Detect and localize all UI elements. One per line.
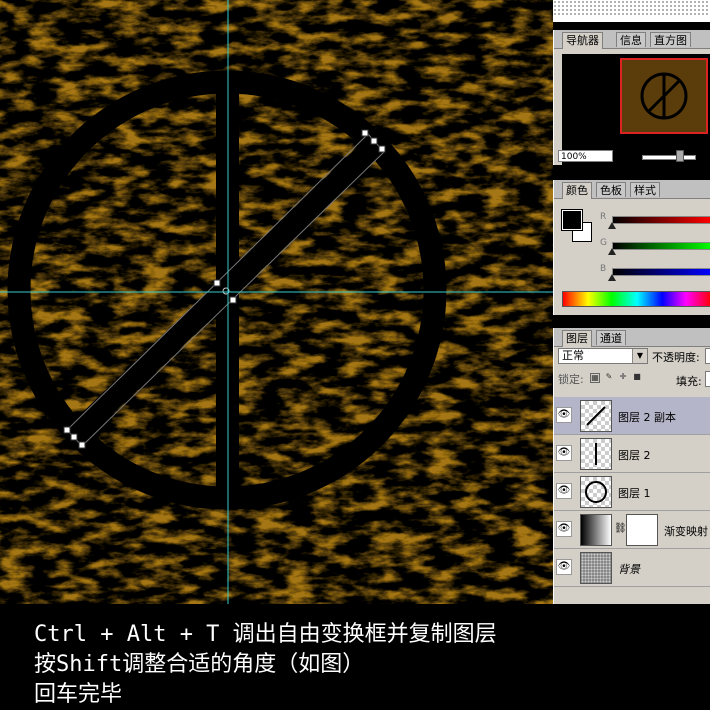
layers-panel: 图层 通道 正常 ▼ 不透明度: 锁定: ▦ ✎ ✛ ■ 填充: 👁 图层 2 … — [553, 328, 710, 610]
tab-info[interactable]: 信息 — [616, 32, 646, 47]
opacity-field[interactable] — [705, 348, 710, 364]
layer-thumbnail — [580, 552, 612, 584]
color-tabs: 颜色 色板 样式 — [554, 180, 710, 199]
lock-move-icon[interactable]: ✛ — [618, 373, 628, 383]
green-slider-handle[interactable] — [608, 248, 616, 255]
eye-icon[interactable]: 👁 — [556, 559, 572, 575]
eye-icon[interactable]: 👁 — [556, 445, 572, 461]
green-label: G — [600, 238, 607, 248]
fill-field[interactable] — [705, 371, 710, 387]
opacity-label: 不透明度: — [652, 351, 700, 364]
canvas-artwork — [0, 0, 553, 604]
eye-icon[interactable]: 👁 — [556, 483, 572, 499]
mask-thumbnail[interactable] — [626, 514, 658, 546]
layer-name: 图层 2 副本 — [618, 411, 676, 424]
lock-paint-icon[interactable]: ✎ — [604, 373, 614, 383]
zoom-slider-knob[interactable] — [676, 150, 684, 162]
layer-thumbnail — [580, 476, 612, 508]
layers-tabs: 图层 通道 — [554, 328, 710, 347]
fill-label: 填充: — [676, 375, 702, 388]
tab-color[interactable]: 颜色 — [562, 182, 592, 199]
zoom-field[interactable]: 100% — [558, 150, 613, 162]
blend-mode-value: 正常 — [562, 349, 584, 362]
blue-slider-handle[interactable] — [608, 274, 616, 281]
blue-slider[interactable]: B — [600, 264, 710, 290]
green-slider[interactable]: G — [600, 238, 710, 264]
layer-row[interactable]: 👁 图层 2 — [554, 435, 710, 473]
zoom-out-icon[interactable]: ▲ — [626, 150, 633, 160]
layer-thumbnail — [580, 438, 612, 470]
navigator-panel: 导航器 信息 直方图 100% ▲ — [553, 30, 710, 172]
caption-line-1: Ctrl + Alt + T 调出自由变换框并复制图层 — [34, 622, 497, 647]
tab-channels[interactable]: 通道 — [596, 330, 626, 345]
red-slider[interactable]: R — [600, 212, 710, 238]
color-panel: 颜色 色板 样式 R G B — [553, 180, 710, 315]
foreground-color-swatch[interactable] — [561, 209, 583, 231]
layer-row[interactable]: 👁 背景 — [554, 549, 710, 587]
layer-row[interactable]: 👁 ⛓ 渐变映射 — [554, 511, 710, 549]
red-label: R — [600, 212, 607, 222]
lock-label: 锁定: — [558, 373, 584, 386]
link-icon: ⛓ — [614, 523, 627, 534]
layer-name: 渐变映射 — [664, 525, 708, 538]
document-canvas[interactable] — [0, 0, 553, 604]
tab-swatches[interactable]: 色板 — [596, 182, 626, 197]
layer-row[interactable]: 👁 图层 1 — [554, 473, 710, 511]
eye-icon[interactable]: 👁 — [556, 521, 572, 537]
navigator-view-box[interactable] — [620, 58, 708, 134]
lock-all-icon[interactable]: ■ — [632, 373, 642, 383]
caption-line-2: 按Shift调整合适的角度（如图） — [34, 652, 365, 677]
tab-layers[interactable]: 图层 — [562, 330, 592, 347]
caption-line-3: 回车完毕 — [34, 682, 123, 707]
tab-navigator[interactable]: 导航器 — [562, 32, 603, 49]
red-slider-handle[interactable] — [608, 222, 616, 229]
layer-row[interactable]: 👁 图层 2 副本 — [554, 397, 710, 435]
tab-histogram[interactable]: 直方图 — [650, 32, 691, 47]
panel-dock-top — [553, 0, 710, 22]
layer-thumbnail — [580, 400, 612, 432]
lock-transparency-icon[interactable]: ▦ — [590, 373, 600, 383]
color-spectrum[interactable] — [562, 291, 710, 307]
blue-label: B — [600, 264, 607, 274]
navigator-tabs: 导航器 信息 直方图 — [554, 30, 710, 49]
layer-name: 背景 — [618, 563, 640, 576]
blend-mode-select[interactable]: 正常 ▼ — [558, 348, 648, 364]
layer-name: 图层 2 — [618, 449, 651, 462]
tutorial-caption: Ctrl + Alt + T 调出自由变换框并复制图层 按Shift调整合适的角… — [0, 604, 710, 710]
adjustment-thumbnail — [580, 514, 612, 546]
eye-icon[interactable]: 👁 — [556, 407, 572, 423]
tab-styles[interactable]: 样式 — [630, 182, 660, 197]
zoom-slider[interactable] — [642, 155, 696, 160]
layer-name: 图层 1 — [618, 487, 651, 500]
chevron-down-icon[interactable]: ▼ — [632, 349, 647, 363]
